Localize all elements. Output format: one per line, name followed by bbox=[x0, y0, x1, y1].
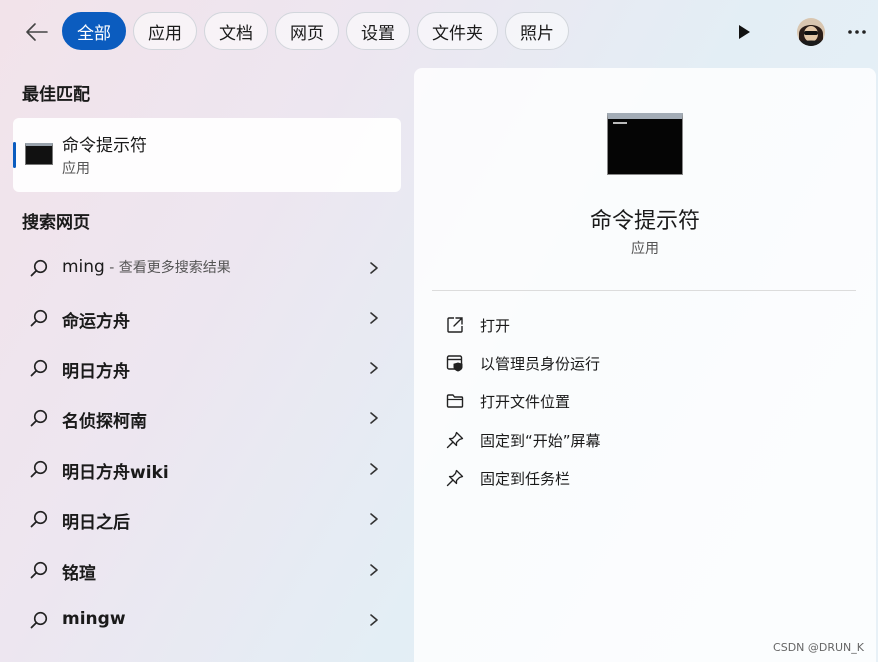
best-match-heading: 最佳匹配 bbox=[22, 85, 90, 105]
top-bar: 全部 应用 文档 网页 设置 文件夹 照片 bbox=[0, 0, 878, 64]
filter-tabs: 全部 应用 文档 网页 设置 文件夹 照片 bbox=[62, 12, 569, 50]
web-result-item[interactable]: mingw bbox=[13, 597, 401, 643]
detail-app-name: 命令提示符 bbox=[589, 209, 700, 234]
tab-all[interactable]: 全部 bbox=[62, 12, 126, 50]
best-match-subtitle: 应用 bbox=[62, 161, 90, 177]
chevron-right-icon bbox=[370, 312, 378, 324]
watermark: CSDN @DRUN_K bbox=[773, 641, 864, 654]
web-result-label: 明日方舟 bbox=[62, 362, 130, 382]
web-result-item[interactable]: 明日方舟 bbox=[13, 345, 401, 391]
action-label: 以管理员身份运行 bbox=[480, 355, 601, 373]
arrow-left-icon bbox=[26, 23, 48, 41]
chevron-right-icon bbox=[370, 564, 378, 576]
selection-indicator bbox=[13, 142, 16, 168]
pin-icon bbox=[446, 431, 464, 449]
results-pane: 最佳匹配 命令提示符 应用 搜索网页 ming - 查看更多搜索结果 命运方舟 … bbox=[0, 64, 414, 662]
web-result-item[interactable]: 明日方舟wiki bbox=[13, 446, 401, 492]
search-icon bbox=[30, 611, 48, 629]
action-open-file-location[interactable]: 打开文件位置 bbox=[432, 382, 856, 420]
search-icon bbox=[30, 309, 48, 327]
web-result-label: mingw bbox=[62, 609, 126, 629]
action-label: 打开文件位置 bbox=[480, 393, 571, 411]
action-open[interactable]: 打开 bbox=[432, 306, 856, 344]
action-pin-to-taskbar[interactable]: 固定到任务栏 bbox=[432, 459, 856, 497]
web-result-label: 铭瑄 bbox=[62, 564, 96, 584]
search-icon bbox=[30, 259, 48, 277]
search-icon bbox=[30, 359, 48, 377]
detail-app-type: 应用 bbox=[631, 241, 659, 257]
action-label: 打开 bbox=[480, 317, 511, 335]
tab-apps[interactable]: 应用 bbox=[133, 12, 197, 50]
web-result-label: 明日方舟wiki bbox=[62, 463, 169, 483]
chevron-right-icon bbox=[370, 262, 378, 274]
web-result-item[interactable]: ming - 查看更多搜索结果 bbox=[13, 245, 401, 291]
best-match-title: 命令提示符 bbox=[62, 136, 147, 156]
user-avatar-icon bbox=[797, 18, 825, 46]
run-as-admin-icon bbox=[446, 355, 463, 372]
web-result-label: 命运方舟 bbox=[62, 312, 130, 332]
detail-pane: 命令提示符 应用 打开 以管理员身份运行 打开文件位置 固定到“开始”屏幕 固定… bbox=[414, 68, 876, 662]
open-external-icon bbox=[447, 317, 463, 333]
web-result-label: ming - 查看更多搜索结果 bbox=[62, 257, 231, 277]
web-result-item[interactable]: 铭瑄 bbox=[13, 547, 401, 593]
search-icon bbox=[30, 510, 48, 528]
chevron-right-icon bbox=[370, 614, 378, 626]
avatar[interactable] bbox=[797, 18, 825, 46]
command-prompt-large-icon bbox=[607, 113, 683, 175]
chevron-right-icon bbox=[370, 513, 378, 525]
action-pin-to-start[interactable]: 固定到“开始”屏幕 bbox=[432, 421, 856, 459]
chevron-right-icon bbox=[370, 463, 378, 475]
tab-documents[interactable]: 文档 bbox=[204, 12, 268, 50]
command-prompt-icon bbox=[25, 143, 53, 165]
tab-photos[interactable]: 照片 bbox=[505, 12, 569, 50]
prompt-glyph bbox=[613, 122, 627, 124]
best-match-item[interactable]: 命令提示符 应用 bbox=[13, 118, 401, 192]
web-result-item[interactable]: 名侦探柯南 bbox=[13, 395, 401, 441]
search-icon bbox=[30, 409, 48, 427]
back-button[interactable] bbox=[20, 16, 54, 48]
chevron-right-icon bbox=[370, 412, 378, 424]
web-result-query: ming bbox=[62, 257, 105, 277]
web-search-heading: 搜索网页 bbox=[22, 213, 90, 233]
tab-web[interactable]: 网页 bbox=[275, 12, 339, 50]
action-label: 固定到任务栏 bbox=[480, 470, 571, 488]
chevron-right-icon bbox=[370, 362, 378, 374]
pin-icon bbox=[446, 469, 464, 487]
more-horizontal-icon bbox=[848, 30, 866, 34]
more-options-button[interactable] bbox=[845, 20, 869, 44]
search-icon bbox=[30, 460, 48, 478]
tab-folders[interactable]: 文件夹 bbox=[417, 12, 498, 50]
web-result-item[interactable]: 明日之后 bbox=[13, 496, 401, 542]
search-icon bbox=[30, 561, 48, 579]
web-result-hint: - 查看更多搜索结果 bbox=[104, 260, 231, 276]
tab-settings[interactable]: 设置 bbox=[346, 12, 410, 50]
action-label: 固定到“开始”屏幕 bbox=[480, 432, 601, 450]
web-result-item[interactable]: 命运方舟 bbox=[13, 295, 401, 341]
web-result-label: 明日之后 bbox=[62, 513, 130, 533]
divider bbox=[432, 290, 856, 291]
web-result-label: 名侦探柯南 bbox=[62, 412, 147, 432]
action-run-as-admin[interactable]: 以管理员身份运行 bbox=[432, 344, 856, 382]
play-button[interactable] bbox=[734, 22, 754, 42]
folder-icon bbox=[446, 394, 464, 408]
play-icon bbox=[739, 25, 750, 39]
